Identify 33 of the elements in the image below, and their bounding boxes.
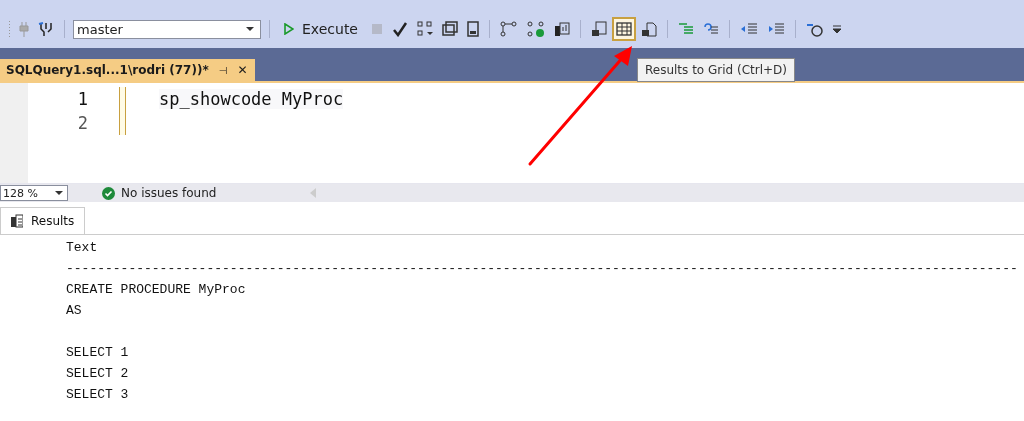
dropdown-arrow-icon bbox=[246, 27, 254, 31]
query-plan-icon[interactable] bbox=[415, 19, 435, 39]
check-circle-icon bbox=[102, 186, 115, 200]
pin-button[interactable]: ⊣ bbox=[218, 64, 228, 76]
results-text-icon[interactable] bbox=[589, 19, 609, 39]
overflow-icon[interactable] bbox=[831, 23, 843, 35]
result-text: -------------------------------------------------------------------------------------------------------------------------- bbox=[66, 261, 1018, 276]
result-text: Text bbox=[66, 240, 98, 255]
results-tab[interactable]: Results bbox=[0, 207, 86, 234]
close-button[interactable]: ✕ bbox=[237, 63, 248, 77]
results-file-icon[interactable] bbox=[639, 19, 659, 39]
statistics-icon[interactable] bbox=[552, 19, 572, 39]
issues-status: No issues found bbox=[121, 186, 217, 200]
result-text: SELECT 3 bbox=[66, 387, 129, 402]
zoom-dropdown[interactable]: 128 % bbox=[0, 185, 68, 201]
execute-button[interactable]: Execute bbox=[278, 21, 364, 37]
line-number: 2 bbox=[76, 113, 88, 133]
document-tab[interactable]: SQLQuery1.sql...1\rodri (77))* ⊣ ✕ bbox=[0, 59, 256, 81]
dropdown-arrow-icon bbox=[55, 191, 63, 195]
result-text: SELECT 2 bbox=[66, 366, 129, 381]
line-number: 1 bbox=[76, 89, 88, 109]
result-text: CREATE PROCEDURE MyProc bbox=[66, 282, 246, 297]
plan-ok-icon[interactable] bbox=[525, 19, 547, 39]
results-grid-icon[interactable] bbox=[614, 19, 634, 39]
results-icon bbox=[11, 214, 23, 228]
windows-icon[interactable] bbox=[440, 19, 460, 39]
result-text: AS bbox=[66, 303, 82, 318]
result-text: SELECT 1 bbox=[66, 345, 129, 360]
form-icon[interactable] bbox=[465, 19, 481, 39]
plan-icon[interactable] bbox=[498, 19, 520, 39]
play-icon bbox=[284, 23, 294, 35]
database-dropdown[interactable]: master bbox=[73, 19, 261, 39]
tooltip: Results to Grid (Ctrl+D) bbox=[637, 58, 795, 82]
